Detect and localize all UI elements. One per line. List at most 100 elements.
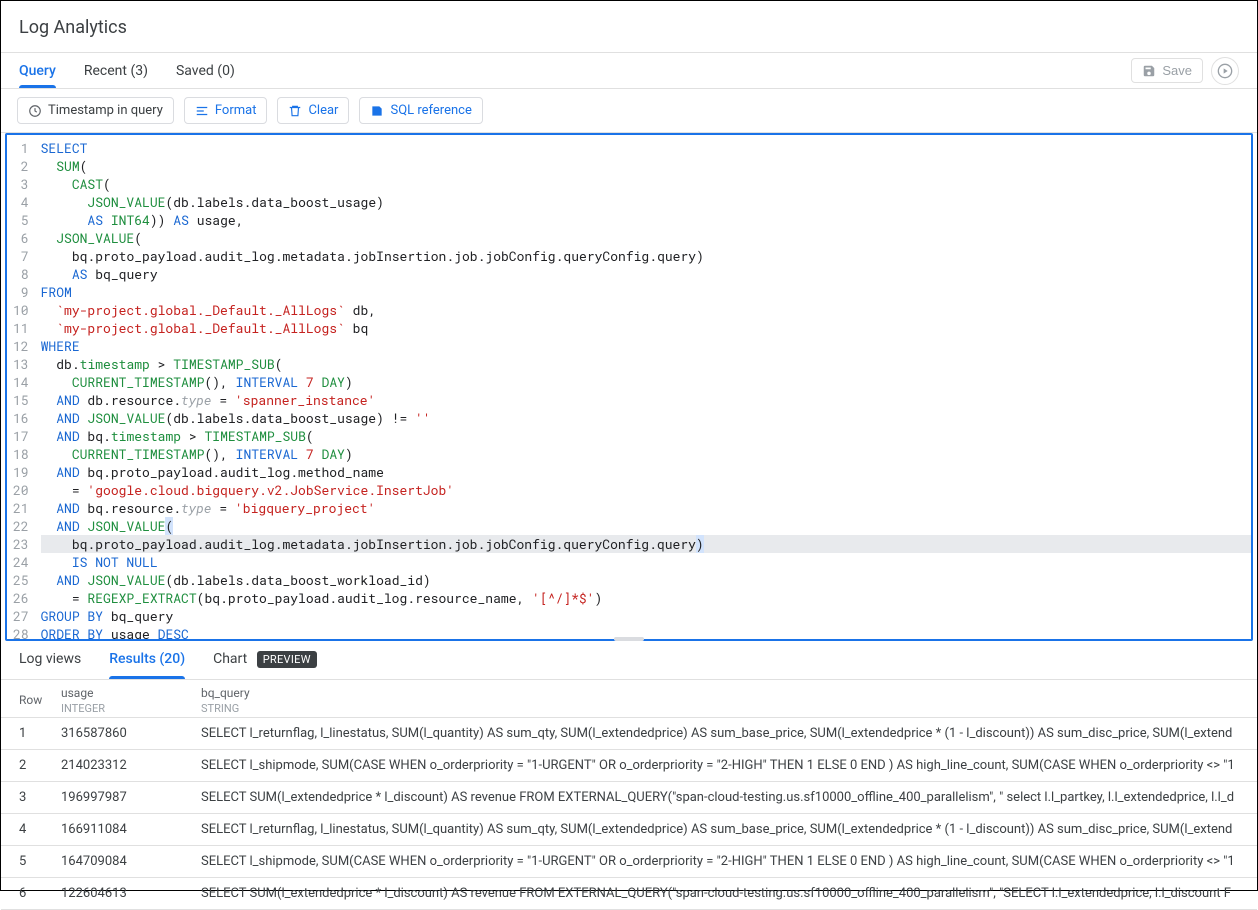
code-line[interactable]: CAST( xyxy=(41,175,1251,193)
code-line[interactable]: FROM xyxy=(41,283,1251,301)
timestamp-chip[interactable]: Timestamp in query xyxy=(17,97,174,124)
cell-row: 5 xyxy=(1,846,51,878)
line-number: 16 xyxy=(13,409,29,427)
code-line[interactable]: AS bq_query xyxy=(41,265,1251,283)
format-icon xyxy=(195,104,209,118)
table-row[interactable]: 1316587860SELECT l_returnflag, l_linesta… xyxy=(1,718,1257,750)
main-tabs: Query Recent (3) Saved (0) Save xyxy=(1,53,1257,89)
table-row[interactable]: 4166911084SELECT l_returnflag, l_linesta… xyxy=(1,814,1257,846)
code-line[interactable]: `my-project.global._Default._AllLogs` bq xyxy=(41,319,1251,337)
col-usage: usage INTEGER xyxy=(51,680,191,718)
table-header-row: Row usage INTEGER bq_query STRING xyxy=(1,680,1257,718)
line-number: 8 xyxy=(13,265,29,283)
code-line[interactable]: ORDER BY usage DESC xyxy=(41,625,1251,639)
save-label: Save xyxy=(1162,63,1192,78)
cell-usage: 316587860 xyxy=(51,718,191,750)
code-line[interactable]: bq.proto_payload.audit_log.metadata.jobI… xyxy=(41,247,1251,265)
toolbar: Timestamp in query Format Clear SQL refe… xyxy=(1,89,1257,133)
code-line[interactable]: AND bq.proto_payload.audit_log.method_na… xyxy=(41,463,1251,481)
line-number: 28 xyxy=(13,625,29,639)
tab-results[interactable]: Results (20) xyxy=(109,651,185,673)
code-line[interactable]: AND bq.timestamp > TIMESTAMP_SUB( xyxy=(41,427,1251,445)
format-label: Format xyxy=(215,103,257,118)
cell-bq-query: SELECT SUM(l_extendedprice * l_discount)… xyxy=(191,878,1257,910)
save-button[interactable]: Save xyxy=(1131,58,1203,83)
clear-button[interactable]: Clear xyxy=(277,97,349,124)
line-number: 11 xyxy=(13,319,29,337)
cell-row: 4 xyxy=(1,814,51,846)
resize-handle[interactable] xyxy=(614,637,644,641)
code-line[interactable]: AND JSON_VALUE(db.labels.data_boost_work… xyxy=(41,571,1251,589)
code-line[interactable]: JSON_VALUE(db.labels.data_boost_usage) xyxy=(41,193,1251,211)
code-line[interactable]: = 'google.cloud.bigquery.v2.JobService.I… xyxy=(41,481,1251,499)
line-number: 24 xyxy=(13,553,29,571)
line-number: 13 xyxy=(13,355,29,373)
code-line[interactable]: SUM( xyxy=(41,157,1251,175)
tab-saved[interactable]: Saved (0) xyxy=(176,55,235,87)
col-row: Row xyxy=(1,680,51,718)
code-line[interactable]: WHERE xyxy=(41,337,1251,355)
clear-label: Clear xyxy=(308,103,338,118)
table-row[interactable]: 2214023312SELECT l_shipmode, SUM(CASE WH… xyxy=(1,750,1257,782)
code-line[interactable]: JSON_VALUE( xyxy=(41,229,1251,247)
code-line[interactable]: IS NOT NULL xyxy=(41,553,1251,571)
code-line[interactable]: SELECT xyxy=(41,139,1251,157)
clock-icon xyxy=(28,104,42,118)
query-editor[interactable]: 1234567891011121314151617181920212223242… xyxy=(5,133,1253,641)
line-number: 5 xyxy=(13,211,29,229)
cell-usage: 164709084 xyxy=(51,846,191,878)
cell-usage: 214023312 xyxy=(51,750,191,782)
sql-reference-label: SQL reference xyxy=(390,103,471,118)
code-line[interactable]: AND JSON_VALUE(db.labels.data_boost_usag… xyxy=(41,409,1251,427)
code-area[interactable]: SELECT SUM( CAST( JSON_VALUE(db.labels.d… xyxy=(37,135,1251,639)
cell-bq-query: SELECT l_shipmode, SUM(CASE WHEN o_order… xyxy=(191,846,1257,878)
code-line[interactable]: = REGEXP_EXTRACT(bq.proto_payload.audit_… xyxy=(41,589,1251,607)
preview-badge: PREVIEW xyxy=(257,651,317,668)
code-line[interactable]: AND db.resource.type = 'spanner_instance… xyxy=(41,391,1251,409)
table-row[interactable]: 5164709084SELECT l_shipmode, SUM(CASE WH… xyxy=(1,846,1257,878)
line-number: 19 xyxy=(13,463,29,481)
chart-label: Chart xyxy=(213,651,247,667)
cell-usage: 196997987 xyxy=(51,782,191,814)
format-button[interactable]: Format xyxy=(184,97,268,124)
code-line[interactable]: CURRENT_TIMESTAMP(), INTERVAL 7 DAY) xyxy=(41,445,1251,463)
line-number: 20 xyxy=(13,481,29,499)
code-line[interactable]: bq.proto_payload.audit_log.metadata.jobI… xyxy=(41,535,1251,553)
line-number: 1 xyxy=(13,139,29,157)
cell-usage: 122604613 xyxy=(51,878,191,910)
code-line[interactable]: AND JSON_VALUE( xyxy=(41,517,1251,535)
table-row[interactable]: 3196997987SELECT SUM(l_extendedprice * l… xyxy=(1,782,1257,814)
code-line[interactable]: GROUP BY bq_query xyxy=(41,607,1251,625)
results-table: Row usage INTEGER bq_query STRING 131658… xyxy=(1,680,1257,910)
line-number: 14 xyxy=(13,373,29,391)
cell-row: 6 xyxy=(1,878,51,910)
document-icon xyxy=(370,104,384,118)
line-number: 3 xyxy=(13,175,29,193)
code-line[interactable]: CURRENT_TIMESTAMP(), INTERVAL 7 DAY) xyxy=(41,373,1251,391)
table-row[interactable]: 6122604613SELECT SUM(l_extendedprice * l… xyxy=(1,878,1257,910)
line-number: 17 xyxy=(13,427,29,445)
tab-chart[interactable]: Chart PREVIEW xyxy=(213,651,317,673)
tab-recent[interactable]: Recent (3) xyxy=(84,55,148,87)
page-header: Log Analytics xyxy=(1,1,1257,53)
code-line[interactable]: db.timestamp > TIMESTAMP_SUB( xyxy=(41,355,1251,373)
code-line[interactable]: AND bq.resource.type = 'bigquery_project… xyxy=(41,499,1251,517)
tab-query[interactable]: Query xyxy=(19,55,56,87)
code-line[interactable]: `my-project.global._Default._AllLogs` db… xyxy=(41,301,1251,319)
line-number: 4 xyxy=(13,193,29,211)
timestamp-label: Timestamp in query xyxy=(48,103,163,118)
line-number: 15 xyxy=(13,391,29,409)
tab-log-views[interactable]: Log views xyxy=(19,651,81,673)
line-number: 12 xyxy=(13,337,29,355)
sql-reference-button[interactable]: SQL reference xyxy=(359,97,482,124)
cell-row: 2 xyxy=(1,750,51,782)
page-title: Log Analytics xyxy=(19,17,1239,38)
code-line[interactable]: AS INT64)) AS usage, xyxy=(41,211,1251,229)
line-number: 21 xyxy=(13,499,29,517)
cell-bq-query: SELECT l_shipmode, SUM(CASE WHEN o_order… xyxy=(191,750,1257,782)
line-number: 23 xyxy=(13,535,29,553)
line-gutter: 1234567891011121314151617181920212223242… xyxy=(7,135,37,639)
line-number: 26 xyxy=(13,589,29,607)
run-circle-button[interactable] xyxy=(1211,57,1239,85)
col-bq-query: bq_query STRING xyxy=(191,680,1257,718)
